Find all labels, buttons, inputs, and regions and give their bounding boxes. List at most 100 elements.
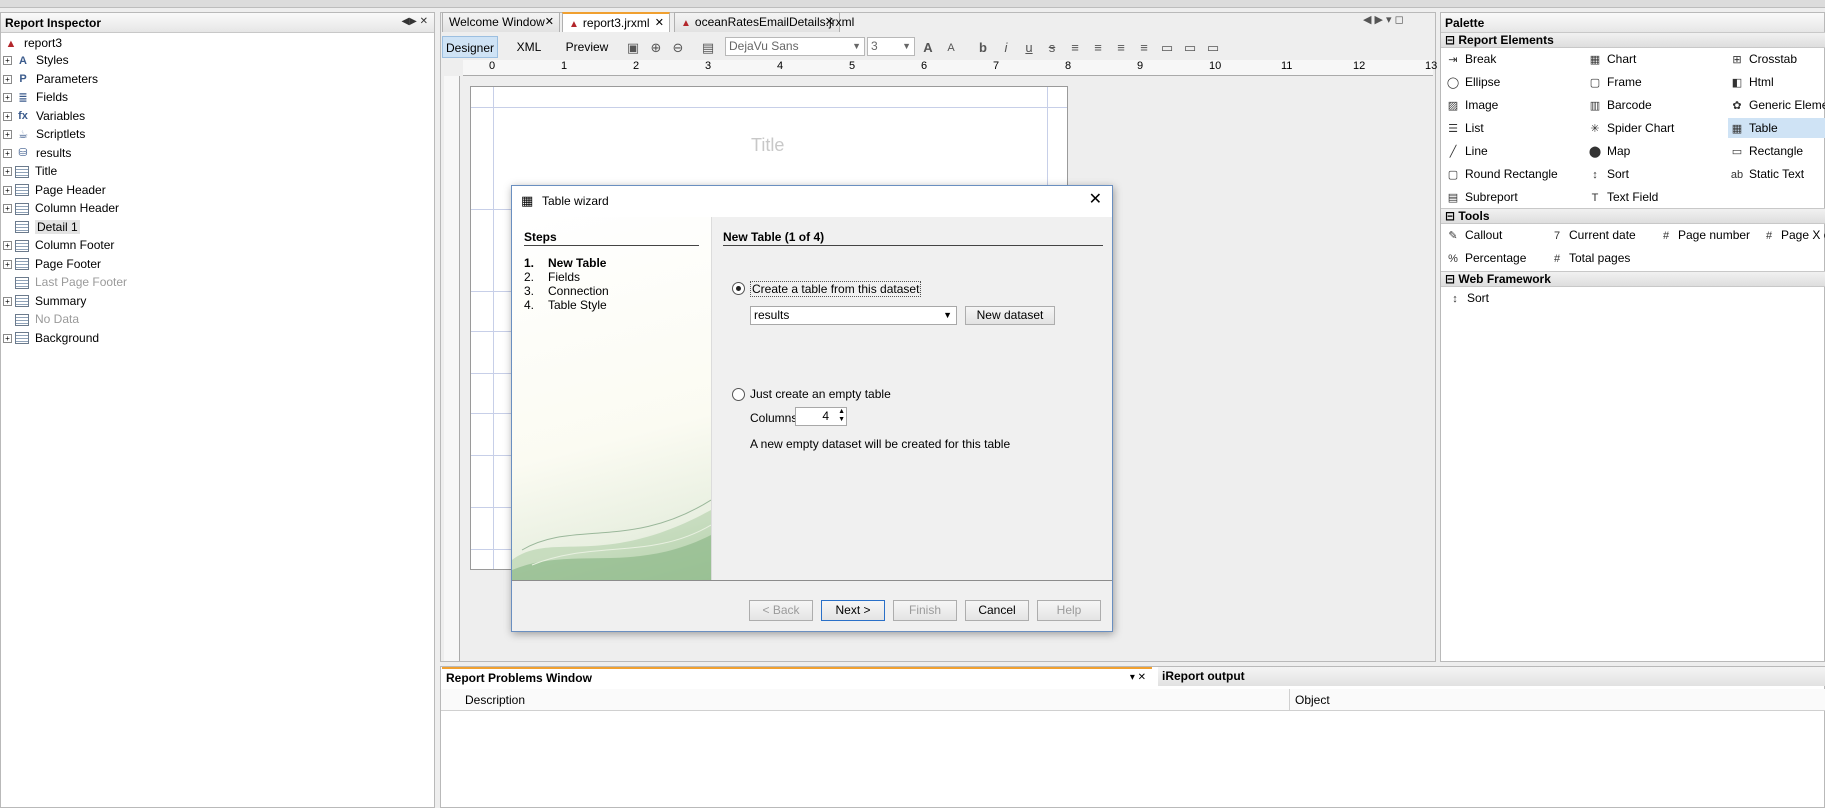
expand-icon[interactable]: +	[3, 241, 12, 251]
tree-item-no-data[interactable]: No Data	[3, 310, 79, 328]
doc-tab-0[interactable]: Welcome Window ✕	[442, 12, 560, 32]
zoom-fit-icon[interactable]: ▣	[625, 40, 641, 56]
align-bottom-icon[interactable]: ▭	[1205, 40, 1221, 56]
finish-button[interactable]: Finish	[893, 600, 957, 621]
tree-item-page-header[interactable]: + Page Header	[3, 181, 106, 199]
palette-item-sort[interactable]: ↕ Sort	[1586, 164, 1724, 184]
font-family-select[interactable]: DejaVu Sans ▼	[725, 37, 865, 56]
expand-icon[interactable]: +	[3, 167, 12, 177]
align-left-icon[interactable]: ≡	[1067, 40, 1083, 56]
close-icon[interactable]: ✕	[1089, 190, 1102, 210]
expand-icon[interactable]: +	[3, 111, 12, 121]
tree-item-page-footer[interactable]: + Page Footer	[3, 255, 101, 273]
align-justify-icon[interactable]: ≡	[1113, 40, 1129, 56]
tree-item-title[interactable]: + Title	[3, 162, 57, 180]
tree-item-parameters[interactable]: + P Parameters	[3, 70, 98, 88]
palette-item-chart[interactable]: ▦ Chart	[1586, 49, 1724, 69]
palette-item-spider-chart[interactable]: ✳ Spider Chart	[1586, 118, 1724, 138]
palette-item-current-date[interactable]: 7 Current date	[1548, 225, 1650, 245]
next-button[interactable]: Next >	[821, 600, 885, 621]
palette-item-line[interactable]: ╱ Line	[1444, 141, 1582, 161]
palette-item-round-rectangle[interactable]: ▢ Round Rectangle	[1444, 164, 1582, 184]
font-size-select[interactable]: 3 ▼	[867, 37, 915, 56]
tree-root-report[interactable]: ▲ report3	[3, 34, 62, 52]
expand-icon[interactable]: +	[3, 185, 12, 195]
panel-controls[interactable]: ◀▶ ✕	[401, 16, 428, 27]
strikethrough-icon[interactable]: s	[1044, 40, 1060, 56]
radio-empty-table[interactable]	[732, 388, 745, 401]
dataset-select[interactable]: results ▼	[750, 306, 957, 325]
palette-section-report-elements[interactable]: ⊟ Report Elements	[1441, 32, 1825, 48]
palette-item-page-x-of[interactable]: # Page X of	[1760, 225, 1825, 245]
palette-item-break[interactable]: ⇥ Break	[1444, 49, 1582, 69]
radio-create-from-dataset[interactable]	[732, 282, 745, 295]
back-button[interactable]: < Back	[749, 600, 813, 621]
close-icon[interactable]: ✕	[655, 14, 664, 32]
expand-icon[interactable]: +	[3, 333, 12, 343]
columns-stepper[interactable]: 4 ▲ ▼	[795, 407, 847, 426]
palette-item-frame[interactable]: ▢ Frame	[1586, 72, 1724, 92]
report-properties-icon[interactable]: ▤	[700, 40, 716, 56]
palette-item-ellipse[interactable]: ◯ Ellipse	[1444, 72, 1582, 92]
expand-icon[interactable]: +	[3, 130, 12, 140]
tab-report-problems[interactable]: Report Problems Window ▾ ✕	[442, 667, 1152, 686]
align-center-icon[interactable]: ≡	[1090, 40, 1106, 56]
tree-item-styles[interactable]: + A Styles	[3, 51, 69, 69]
palette-item-subreport[interactable]: ▤ Subreport	[1444, 187, 1582, 207]
palette-item-image[interactable]: ▨ Image	[1444, 95, 1582, 115]
tab-preview[interactable]: Preview	[560, 36, 614, 58]
tree-item-scriptlets[interactable]: + ☕ Scriptlets	[3, 125, 85, 143]
tree-item-detail-1[interactable]: Detail 1	[3, 218, 80, 236]
palette-item-crosstab[interactable]: ⊞ Crosstab	[1728, 49, 1825, 69]
tree-item-last-page-footer[interactable]: Last Page Footer	[3, 273, 127, 291]
tree-item-fields[interactable]: + ≣ Fields	[3, 88, 68, 106]
palette-item-text-field[interactable]: T Text Field	[1586, 187, 1724, 207]
radio-empty-table-label[interactable]: Just create an empty table	[750, 387, 891, 401]
tab-xml[interactable]: XML	[510, 36, 548, 58]
help-button[interactable]: Help	[1037, 600, 1101, 621]
radio-create-from-dataset-label[interactable]: Create a table from this dataset	[750, 281, 922, 297]
close-icon[interactable]: ✕	[825, 13, 834, 31]
tree-item-results[interactable]: + ⛁ results	[3, 144, 71, 162]
align-right-icon[interactable]: ≡	[1136, 40, 1152, 56]
italic-icon[interactable]: i	[998, 40, 1014, 56]
panel-controls[interactable]: ▾ ✕	[1130, 669, 1146, 687]
cancel-button[interactable]: Cancel	[965, 600, 1029, 621]
expand-icon[interactable]: +	[3, 56, 12, 66]
palette-item-static-text[interactable]: ab Static Text	[1728, 164, 1825, 184]
close-icon[interactable]: ✕	[545, 13, 554, 31]
palette-item-web-sort[interactable]: ↕ Sort	[1446, 288, 1489, 308]
palette-section-web-framework[interactable]: ⊟ Web Framework	[1441, 271, 1825, 287]
tree-item-variables[interactable]: + fx Variables	[3, 107, 85, 125]
tab-ireport-output[interactable]: iReport output	[1158, 667, 1825, 686]
align-top-icon[interactable]: ▭	[1159, 40, 1175, 56]
palette-item-table[interactable]: ▦ Table	[1728, 118, 1825, 138]
palette-item-map[interactable]: ⬤ Map	[1586, 141, 1724, 161]
palette-item-percentage[interactable]: % Percentage	[1444, 248, 1546, 268]
increase-font-icon[interactable]: A	[920, 40, 936, 56]
tree-item-summary[interactable]: + Summary	[3, 292, 86, 310]
palette-item-total-pages[interactable]: # Total pages	[1548, 248, 1650, 268]
tab-nav-arrows[interactable]: ◀ ▶ ▾ ◻	[1363, 13, 1404, 26]
column-header-description[interactable]: Description	[465, 693, 525, 707]
palette-section-tools[interactable]: ⊟ Tools	[1441, 208, 1825, 224]
tree-item-column-header[interactable]: + Column Header	[3, 199, 119, 217]
palette-item-list[interactable]: ☰ List	[1444, 118, 1582, 138]
palette-item-generic-element[interactable]: ✿ Generic Element	[1728, 95, 1825, 115]
zoom-out-icon[interactable]: ⊖	[670, 40, 686, 56]
tree-item-background[interactable]: + Background	[3, 329, 99, 347]
expand-icon[interactable]: +	[3, 204, 12, 214]
palette-item-barcode[interactable]: ▥ Barcode	[1586, 95, 1724, 115]
tab-designer[interactable]: Designer	[442, 36, 498, 58]
bold-icon[interactable]: b	[975, 40, 991, 56]
palette-item-html[interactable]: ◧ Html	[1728, 72, 1825, 92]
new-dataset-button[interactable]: New dataset	[965, 306, 1055, 325]
expand-icon[interactable]: +	[3, 93, 12, 103]
underline-icon[interactable]: u	[1021, 40, 1037, 56]
align-middle-icon[interactable]: ▭	[1182, 40, 1198, 56]
expand-icon[interactable]: +	[3, 74, 12, 84]
decrease-font-icon[interactable]: A	[943, 40, 959, 56]
zoom-in-icon[interactable]: ⊕	[648, 40, 664, 56]
spinner-arrows-icon[interactable]: ▲ ▼	[838, 408, 845, 424]
doc-tab-2[interactable]: ▲ oceanRatesEmailDetails.jrxml ✕	[674, 12, 854, 32]
